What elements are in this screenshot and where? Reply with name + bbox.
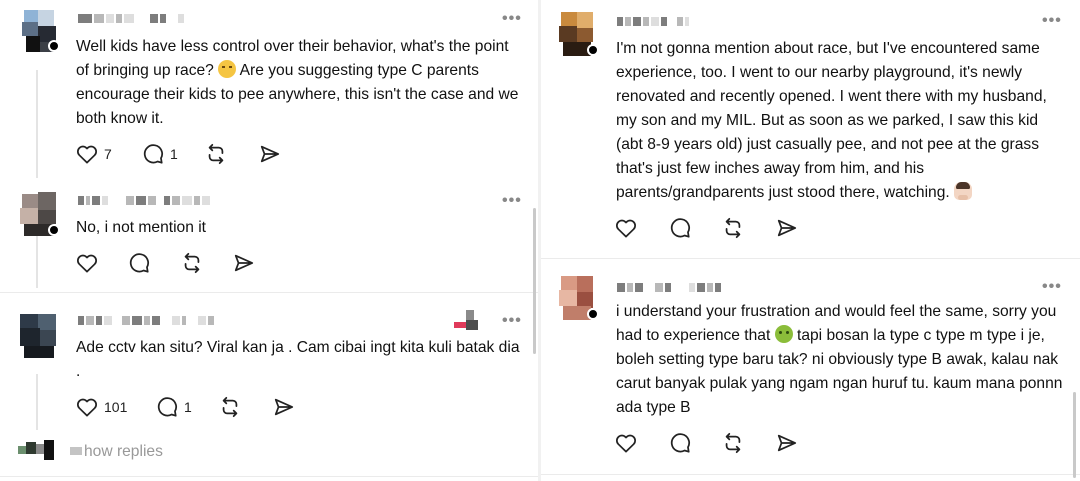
like-button[interactable]: 101 xyxy=(76,397,156,417)
comment-text: No, i not mention it xyxy=(76,219,207,236)
share-button[interactable] xyxy=(232,252,256,274)
comment-post: ••• Well kids have less control over the… xyxy=(0,0,540,180)
repost-icon xyxy=(222,396,238,418)
share-button[interactable] xyxy=(272,396,296,418)
scrollbar[interactable] xyxy=(1073,392,1076,478)
more-options-icon[interactable]: ••• xyxy=(1042,13,1062,29)
comment-post: ••• i understand your frustration and wo… xyxy=(541,262,1080,481)
avatar[interactable] xyxy=(18,10,62,54)
more-options-icon[interactable]: ••• xyxy=(1042,279,1062,295)
share-icon xyxy=(260,145,280,163)
share-icon xyxy=(234,254,254,272)
comment-icon xyxy=(129,253,150,273)
action-bar: 7 1 xyxy=(76,143,282,165)
repost-button[interactable] xyxy=(204,143,258,165)
share-button[interactable] xyxy=(258,143,282,165)
repost-icon xyxy=(725,432,741,454)
reply-count: 1 xyxy=(184,399,192,415)
follow-badge xyxy=(48,40,60,52)
nauseated-face-icon xyxy=(774,325,793,343)
heart-icon xyxy=(77,398,97,417)
reply-button[interactable] xyxy=(128,252,180,274)
more-options-icon[interactable]: ••• xyxy=(502,11,522,27)
comment-post: ••• I'm not gonna mention about race, bu… xyxy=(541,0,1080,256)
heart-icon xyxy=(77,254,97,273)
comment-post: ••• No, i not mention it xyxy=(0,184,540,288)
share-button[interactable] xyxy=(775,432,799,454)
username-redacted[interactable] xyxy=(78,314,214,326)
right-thread-panel: ••• I'm not gonna mention about race, bu… xyxy=(541,0,1080,481)
like-count: 101 xyxy=(104,399,128,415)
thread-line xyxy=(36,374,38,430)
like-button[interactable] xyxy=(76,253,128,273)
follow-badge xyxy=(587,44,599,56)
mention-avatar xyxy=(454,310,484,330)
repost-button[interactable] xyxy=(218,396,272,418)
woman-facepalming-icon xyxy=(954,182,973,200)
reply-avatars xyxy=(18,440,58,464)
repost-icon xyxy=(208,143,224,165)
show-replies-label: how replies xyxy=(84,443,163,460)
repost-button[interactable] xyxy=(180,252,232,274)
like-count: 7 xyxy=(104,146,112,162)
reply-button[interactable]: 1 xyxy=(156,396,218,418)
divider xyxy=(0,292,540,293)
scrollbar[interactable] xyxy=(533,208,536,354)
comment-icon xyxy=(670,218,691,238)
reply-button[interactable] xyxy=(669,217,721,239)
username-redacted[interactable] xyxy=(78,194,210,206)
divider xyxy=(0,476,540,477)
comment-icon xyxy=(143,144,164,164)
action-bar xyxy=(615,432,799,454)
more-options-icon[interactable]: ••• xyxy=(502,313,522,329)
share-icon xyxy=(777,219,797,237)
username-redacted[interactable] xyxy=(78,12,184,24)
username-redacted[interactable] xyxy=(617,281,721,293)
comment-text: Ade cctv kan situ? Viral kan ja . Cam ci… xyxy=(76,339,520,380)
avatar[interactable] xyxy=(18,192,62,236)
repost-button[interactable] xyxy=(721,432,775,454)
avatar[interactable] xyxy=(557,12,601,56)
comment-text: Well kids have less control over their b… xyxy=(76,38,519,127)
repost-icon xyxy=(725,217,741,239)
like-button[interactable]: 7 xyxy=(76,144,142,164)
comment-post: ••• Ade cctv kan situ? Viral kan ja . Ca… xyxy=(0,300,540,440)
share-icon xyxy=(777,434,797,452)
more-options-icon[interactable]: ••• xyxy=(502,193,522,209)
heart-icon xyxy=(77,145,97,164)
comment-text: I'm not gonna mention about race, but I'… xyxy=(616,40,1047,201)
divider xyxy=(541,258,1080,259)
avatar[interactable] xyxy=(18,314,62,358)
action-bar xyxy=(76,252,256,274)
thread-line xyxy=(36,70,38,178)
username-redacted[interactable] xyxy=(617,15,689,27)
action-bar: 101 1 xyxy=(76,396,296,418)
reply-button[interactable] xyxy=(669,432,721,454)
comment-text: i understand your frustration and would … xyxy=(616,303,1063,416)
comment-icon xyxy=(670,433,691,453)
share-icon xyxy=(274,398,294,416)
comment-icon xyxy=(157,397,178,417)
action-bar xyxy=(615,217,799,239)
show-replies-link[interactable]: how replies xyxy=(70,443,163,461)
left-thread-panel: ••• Well kids have less control over the… xyxy=(0,0,540,481)
repost-button[interactable] xyxy=(721,217,775,239)
avatar[interactable] xyxy=(557,276,601,320)
like-button[interactable] xyxy=(615,218,669,238)
follow-badge xyxy=(587,308,599,320)
reply-count: 1 xyxy=(170,146,178,162)
reply-button[interactable]: 1 xyxy=(142,143,204,165)
like-button[interactable] xyxy=(615,433,669,453)
divider xyxy=(541,474,1080,475)
heart-icon xyxy=(616,219,636,238)
share-button[interactable] xyxy=(775,217,799,239)
heart-icon xyxy=(616,434,636,453)
disappointed-face-icon xyxy=(218,60,237,78)
follow-badge xyxy=(48,224,60,236)
repost-icon xyxy=(184,252,200,274)
